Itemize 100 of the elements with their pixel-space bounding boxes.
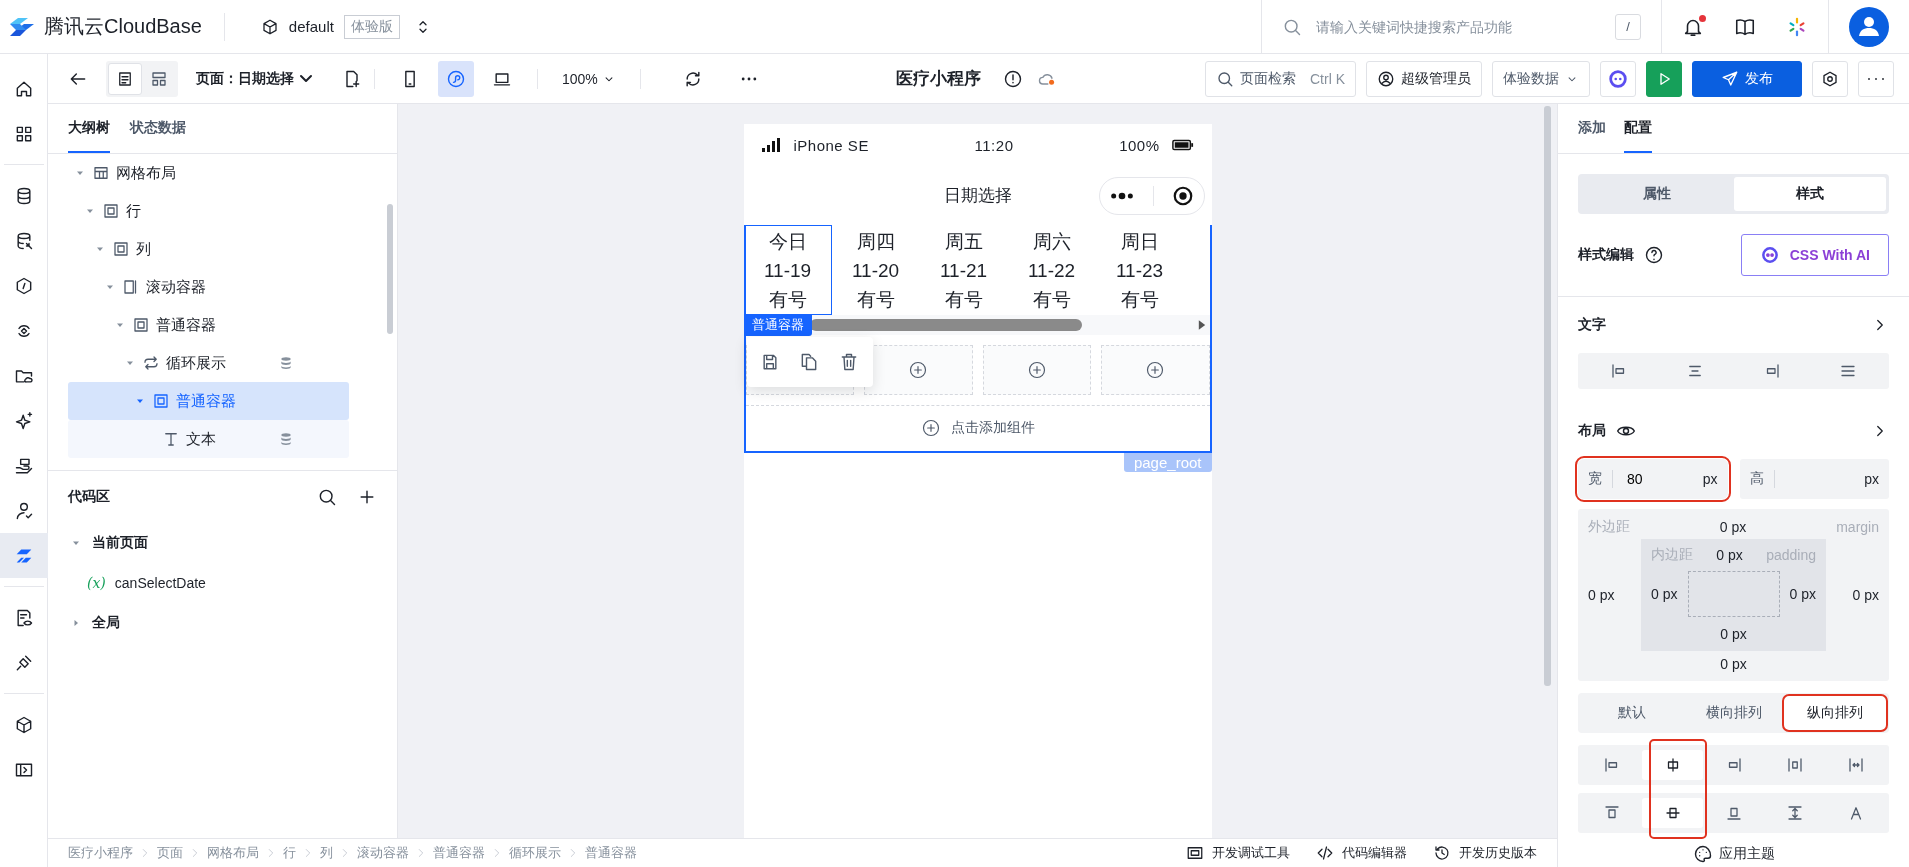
date-item[interactable]: 周日 11-23 有号 bbox=[1095, 225, 1184, 315]
add-icon bbox=[920, 418, 941, 438]
layout-icon bbox=[150, 69, 168, 88]
mode-tab[interactable]: 样式 bbox=[1733, 177, 1886, 211]
dev-tool-button[interactable]: 开发历史版本 bbox=[1433, 844, 1537, 862]
direction-option[interactable]: 纵向排列 bbox=[1784, 696, 1886, 730]
search-field[interactable]: 请输入关键词快捷搜索产品功能 bbox=[1314, 17, 1615, 36]
loop-icon bbox=[142, 354, 160, 372]
space-between-icon bbox=[1785, 756, 1804, 774]
clock: 11:20 bbox=[974, 136, 1014, 154]
settings-button[interactable] bbox=[1812, 60, 1848, 97]
publish-button[interactable]: 发布 bbox=[1692, 60, 1802, 97]
signal-icon bbox=[761, 138, 782, 152]
tree-item[interactable]: 列 bbox=[68, 230, 349, 268]
device-toggle[interactable] bbox=[438, 60, 474, 97]
css-ai-button[interactable]: CSS With AI bbox=[1740, 234, 1889, 276]
code-group[interactable]: 全局 bbox=[68, 603, 377, 643]
direction-option[interactable]: 默认 bbox=[1581, 696, 1683, 730]
help-icon[interactable] bbox=[1644, 245, 1664, 265]
document-icon bbox=[116, 69, 134, 88]
alert-icon[interactable] bbox=[1003, 68, 1024, 89]
panel-tab[interactable]: 配置 bbox=[1624, 104, 1652, 153]
page-search-button[interactable]: 页面检索 Ctrl K bbox=[1205, 60, 1356, 97]
shortcut-key: / bbox=[1615, 13, 1641, 40]
tree-item[interactable]: 文本 bbox=[68, 420, 349, 458]
date-item[interactable]: 周五 11-21 有号 bbox=[919, 225, 1008, 315]
date-item[interactable]: 周六 11-22 有号 bbox=[1007, 225, 1096, 315]
scrollbar[interactable] bbox=[809, 319, 1082, 331]
margin-value[interactable]: 0 px bbox=[1720, 656, 1747, 672]
history-icon bbox=[1433, 844, 1451, 862]
space-around-icon bbox=[1846, 756, 1865, 774]
align-button[interactable] bbox=[1642, 750, 1703, 780]
device-model: iPhone SE bbox=[793, 136, 869, 154]
container-icon bbox=[112, 240, 130, 258]
section-title: 文字 bbox=[1578, 316, 1606, 334]
tree-item[interactable]: 滚动容器 bbox=[68, 268, 349, 306]
breadcrumb-item[interactable]: 页面 bbox=[157, 844, 183, 862]
margin-value[interactable]: 0 px bbox=[1852, 587, 1879, 603]
tree-item[interactable]: 网格布局 bbox=[68, 154, 349, 192]
unit-label: px bbox=[1864, 471, 1879, 487]
tree-item[interactable]: 普通容器 bbox=[68, 382, 349, 420]
ai-button[interactable] bbox=[1600, 60, 1636, 97]
data-source-select[interactable]: 体验数据 bbox=[1492, 60, 1590, 97]
value-input[interactable]: 80 bbox=[1625, 470, 1703, 488]
align-button[interactable] bbox=[1642, 798, 1703, 828]
scrollbar[interactable] bbox=[387, 204, 393, 334]
mode-tab[interactable]: 属性 bbox=[1581, 177, 1734, 211]
code-item[interactable]: (x) canSelectDate bbox=[68, 563, 377, 603]
sparkle-icon bbox=[13, 410, 34, 431]
environment-badge: 体验版 bbox=[343, 14, 400, 39]
padding-value[interactable]: 0 px bbox=[1716, 547, 1743, 563]
avatar-icon[interactable] bbox=[1849, 6, 1889, 47]
tree-item[interactable]: 普通容器 bbox=[68, 306, 349, 344]
outline-tab[interactable]: 大纲树 bbox=[68, 104, 110, 153]
panel-tab[interactable]: 添加 bbox=[1578, 104, 1606, 153]
battery-level: 100% bbox=[1119, 136, 1160, 154]
date-item[interactable]: 周四 11-20 有号 bbox=[831, 225, 920, 315]
view-toggle[interactable] bbox=[108, 62, 142, 95]
environment-name[interactable]: default bbox=[288, 18, 334, 35]
scroll-arrow-icon[interactable] bbox=[1197, 319, 1206, 331]
dev-tool-button[interactable]: 代码编辑器 bbox=[1316, 844, 1407, 862]
user-icon bbox=[1377, 69, 1395, 88]
size-field[interactable]: 宽 80 px bbox=[1578, 459, 1728, 499]
outline-tab[interactable]: 状态数据 bbox=[130, 104, 186, 153]
add-icon bbox=[908, 360, 929, 380]
tree-item[interactable]: 循环展示 bbox=[68, 344, 349, 382]
code-group[interactable]: 当前页面 bbox=[68, 523, 377, 563]
padding-value[interactable]: 0 px bbox=[1789, 586, 1816, 602]
size-field[interactable]: 高 px bbox=[1739, 459, 1889, 499]
unit-label: px bbox=[1702, 471, 1718, 487]
window-icon bbox=[1186, 844, 1204, 862]
padding-hint: padding bbox=[1766, 547, 1816, 563]
container-icon bbox=[102, 202, 120, 220]
chevron-down-icon bbox=[300, 75, 312, 82]
page-selector[interactable]: 页面：日期选择 bbox=[196, 69, 312, 88]
margin-value[interactable]: 0 px bbox=[1588, 587, 1615, 603]
direction-option[interactable]: 横向排列 bbox=[1682, 696, 1785, 730]
section-title: 布局 bbox=[1578, 422, 1606, 440]
pinwheel-icon[interactable] bbox=[1786, 15, 1808, 38]
padding-value[interactable]: 0 px bbox=[1651, 586, 1678, 602]
more-icon bbox=[1108, 191, 1135, 201]
add-component-button[interactable]: 点击添加组件 bbox=[745, 405, 1210, 450]
role-button[interactable]: 超级管理员 bbox=[1366, 60, 1482, 97]
field-label: 高 bbox=[1749, 470, 1775, 488]
target-icon bbox=[1172, 185, 1195, 207]
dev-tool-button[interactable]: 开发调试工具 bbox=[1186, 844, 1290, 862]
section-title: 代码区 bbox=[68, 488, 110, 506]
cloud-logo-icon[interactable] bbox=[8, 15, 36, 38]
padding-value[interactable]: 0 px bbox=[1720, 626, 1747, 642]
preview-button[interactable] bbox=[1646, 60, 1682, 97]
brand-name[interactable]: 腾讯云CloudBase bbox=[44, 13, 202, 40]
palette-icon bbox=[1692, 844, 1713, 864]
margin-value[interactable]: 0 px bbox=[1719, 519, 1747, 535]
cube-icon bbox=[260, 17, 279, 36]
add-icon bbox=[1145, 360, 1166, 380]
section-title: 样式编辑 bbox=[1578, 246, 1634, 264]
tree-item[interactable]: 行 bbox=[68, 192, 349, 230]
search-icon[interactable] bbox=[317, 487, 337, 507]
scrollbar[interactable] bbox=[1544, 106, 1551, 686]
zoom-selector[interactable]: 100% bbox=[562, 70, 616, 87]
